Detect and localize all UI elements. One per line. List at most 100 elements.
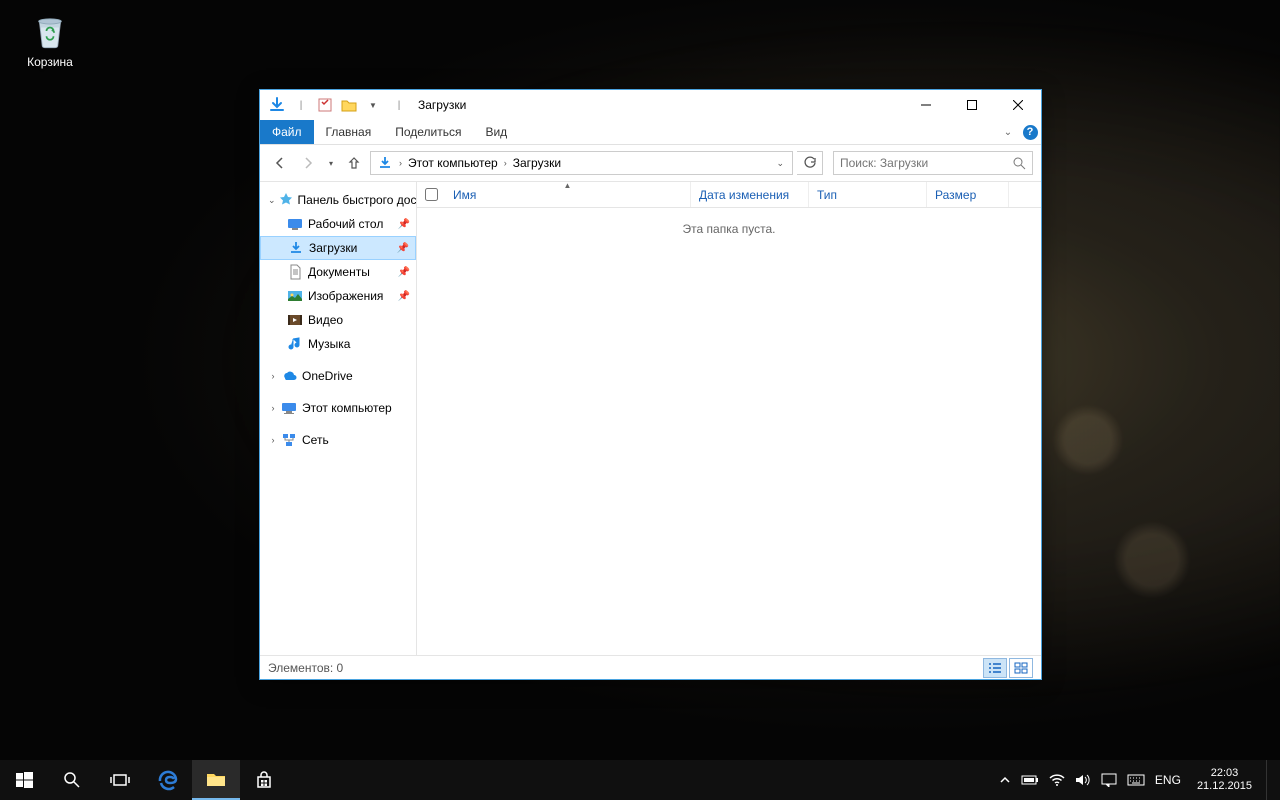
action-center-icon[interactable] <box>1101 773 1117 787</box>
navigation-bar: ▾ › Этот компьютер › Загрузки ⌄ <box>260 145 1041 181</box>
clock-date: 21.12.2015 <box>1197 780 1252 793</box>
navigation-pane: ⌄ Панель быстрого доступа Рабочий стол 📌… <box>260 182 417 655</box>
recent-locations-icon[interactable]: ▾ <box>324 151 338 175</box>
pin-icon: 📌 <box>398 219 410 230</box>
pin-icon: 📌 <box>397 243 409 254</box>
select-all-checkbox[interactable] <box>417 188 445 201</box>
nav-documents[interactable]: Документы 📌 <box>260 260 416 284</box>
column-date[interactable]: Дата изменения <box>691 182 809 207</box>
chevron-right-icon[interactable]: › <box>397 158 404 168</box>
column-name[interactable]: Имя ▲ <box>445 182 691 207</box>
edge-button[interactable] <box>144 760 192 800</box>
maximize-button[interactable] <box>949 90 995 120</box>
address-bar[interactable]: › Этот компьютер › Загрузки ⌄ <box>370 151 793 175</box>
file-explorer-button[interactable] <box>192 760 240 800</box>
minimize-button[interactable] <box>903 90 949 120</box>
tray-expand-icon[interactable] <box>999 774 1011 786</box>
tab-home[interactable]: Главная <box>314 120 384 144</box>
refresh-button[interactable] <box>797 151 823 175</box>
nav-network-label: Сеть <box>302 433 329 447</box>
status-text: Элементов: 0 <box>268 661 343 675</box>
system-tray: ENG 22:03 21.12.2015 <box>999 767 1266 793</box>
store-button[interactable] <box>240 760 288 800</box>
pin-icon: 📌 <box>398 291 410 302</box>
onedrive-icon <box>280 367 298 385</box>
chevron-right-icon[interactable]: › <box>266 435 280 445</box>
network-icon <box>280 431 298 449</box>
properties-icon[interactable] <box>314 94 336 116</box>
details-view-button[interactable] <box>983 658 1007 678</box>
tab-view[interactable]: Вид <box>473 120 519 144</box>
search-icon[interactable] <box>1013 157 1026 170</box>
desktop: Корзина | ▼ | Загрузки <box>0 0 1280 800</box>
nav-videos[interactable]: Видео <box>260 308 416 332</box>
help-icon: ? <box>1023 125 1038 140</box>
nav-music[interactable]: Музыка <box>260 332 416 356</box>
window-title: Загрузки <box>418 98 466 112</box>
ribbon-tabs: Файл Главная Поделиться Вид ⌄ ? <box>260 120 1041 145</box>
clock-time: 22:03 <box>1197 767 1252 780</box>
battery-icon[interactable] <box>1021 774 1039 786</box>
nav-videos-label: Видео <box>308 313 343 327</box>
nav-quick-access[interactable]: ⌄ Панель быстрого доступа <box>260 188 416 212</box>
breadcrumb-downloads[interactable]: Загрузки <box>509 156 565 170</box>
task-view-button[interactable] <box>96 760 144 800</box>
chevron-right-icon[interactable]: › <box>266 403 280 413</box>
nav-downloads[interactable]: Загрузки 📌 <box>260 236 416 260</box>
videos-icon <box>286 311 304 329</box>
titlebar[interactable]: | ▼ | Загрузки <box>260 90 1041 120</box>
downloads-crumb-icon <box>373 155 397 171</box>
clock[interactable]: 22:03 21.12.2015 <box>1191 767 1258 793</box>
tab-share[interactable]: Поделиться <box>383 120 473 144</box>
keyboard-icon[interactable] <box>1127 774 1145 786</box>
language-indicator[interactable]: ENG <box>1155 773 1181 787</box>
recycle-bin[interactable]: Корзина <box>14 10 86 69</box>
chevron-right-icon[interactable]: › <box>266 371 280 381</box>
up-button[interactable] <box>342 151 366 175</box>
close-button[interactable] <box>995 90 1041 120</box>
forward-button[interactable] <box>296 151 320 175</box>
column-type[interactable]: Тип <box>809 182 927 207</box>
nav-onedrive-label: OneDrive <box>302 369 353 383</box>
nav-pictures[interactable]: Изображения 📌 <box>260 284 416 308</box>
start-button[interactable] <box>0 760 48 800</box>
nav-music-label: Музыка <box>308 337 350 351</box>
show-desktop-button[interactable] <box>1266 760 1280 800</box>
search-button[interactable] <box>48 760 96 800</box>
qat-separator: | <box>388 94 410 116</box>
wifi-icon[interactable] <box>1049 773 1065 787</box>
volume-icon[interactable] <box>1075 773 1091 787</box>
pictures-icon <box>286 287 304 305</box>
qat-dropdown-icon[interactable]: ▼ <box>362 94 384 116</box>
help-button[interactable]: ? <box>1019 120 1041 144</box>
nav-this-pc[interactable]: › Этот компьютер <box>260 396 416 420</box>
chevron-right-icon[interactable]: › <box>502 158 509 168</box>
window-body: ⌄ Панель быстрого доступа Рабочий стол 📌… <box>260 181 1041 655</box>
nav-quick-access-label: Панель быстрого доступа <box>298 193 416 207</box>
desktop-icon <box>286 215 304 233</box>
search-box[interactable] <box>833 151 1033 175</box>
documents-icon <box>286 263 304 281</box>
quick-access-icon <box>278 191 294 209</box>
nav-downloads-label: Загрузки <box>309 241 357 255</box>
qat-separator: | <box>290 94 312 116</box>
search-input[interactable] <box>840 156 1013 170</box>
music-icon <box>286 335 304 353</box>
nav-desktop[interactable]: Рабочий стол 📌 <box>260 212 416 236</box>
large-icons-view-button[interactable] <box>1009 658 1033 678</box>
nav-network[interactable]: › Сеть <box>260 428 416 452</box>
quick-access-toolbar: | ▼ | <box>266 94 412 116</box>
address-dropdown-icon[interactable]: ⌄ <box>770 158 790 169</box>
back-button[interactable] <box>268 151 292 175</box>
empty-folder-message: Эта папка пуста. <box>417 208 1041 655</box>
ribbon-expand-icon[interactable]: ⌄ <box>997 120 1019 144</box>
sort-asc-icon: ▲ <box>564 181 572 190</box>
chevron-down-icon[interactable]: ⌄ <box>266 195 278 206</box>
nav-onedrive[interactable]: › OneDrive <box>260 364 416 388</box>
folder-icon[interactable] <box>338 94 360 116</box>
column-size[interactable]: Размер <box>927 182 1009 207</box>
pin-icon: 📌 <box>398 267 410 278</box>
tab-file[interactable]: Файл <box>260 120 314 144</box>
recycle-bin-icon <box>29 10 71 52</box>
breadcrumb-this-pc[interactable]: Этот компьютер <box>404 156 502 170</box>
